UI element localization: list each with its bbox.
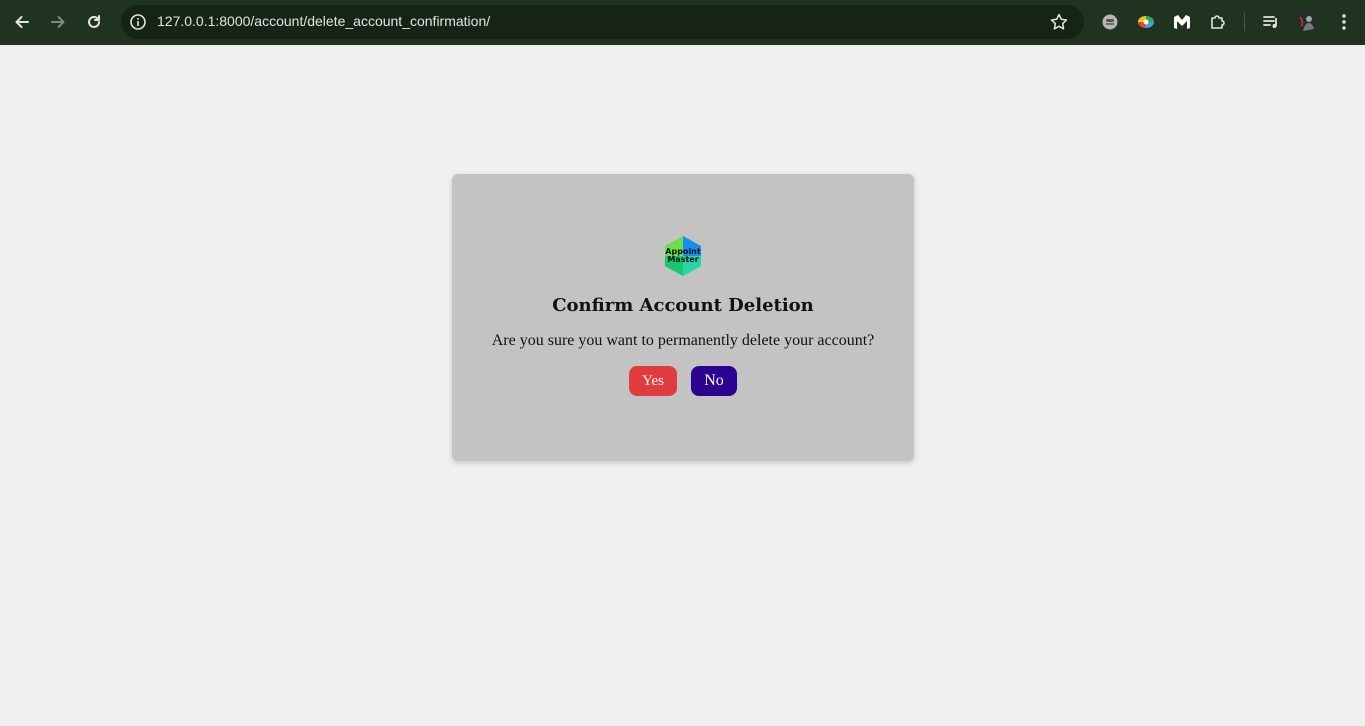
ghost-icon — [1102, 14, 1118, 30]
forward-arrow-icon — [51, 16, 65, 28]
kebab-menu-icon — [1342, 14, 1346, 30]
dialog-title: Confirm Account Deletion — [552, 295, 814, 316]
extensions-puzzle-button[interactable] — [1207, 11, 1229, 33]
yes-button[interactable]: Yes — [629, 366, 677, 396]
back-arrow-icon — [15, 16, 29, 28]
toolbar-separator — [1244, 13, 1245, 31]
dialog-message: Are you sure you want to permanently del… — [491, 332, 875, 349]
media-queue-icon — [1263, 16, 1277, 28]
m-shield-icon — [1174, 15, 1190, 29]
color-wheel-icon — [1138, 16, 1154, 28]
site-info-icon[interactable] — [129, 13, 147, 31]
back-button[interactable] — [8, 8, 36, 36]
avatar-icon — [1297, 12, 1317, 32]
extension-ghost-icon[interactable] — [1099, 11, 1121, 33]
forward-button[interactable] — [44, 8, 72, 36]
profile-avatar[interactable] — [1296, 11, 1318, 33]
extension-malwarebytes-icon[interactable] — [1171, 11, 1193, 33]
puzzle-icon — [1211, 15, 1225, 29]
url-text[interactable]: 127.0.0.1:8000/account/delete_account_co… — [157, 13, 490, 29]
no-button[interactable]: No — [691, 366, 737, 396]
delete-confirmation-card: Appoint Master Confirm Account Deletion … — [452, 174, 914, 461]
reload-icon — [88, 15, 100, 28]
browser-toolbar: 127.0.0.1:8000/account/delete_account_co… — [0, 0, 1365, 45]
address-bar[interactable]: 127.0.0.1:8000/account/delete_account_co… — [121, 5, 1084, 39]
reload-button[interactable] — [80, 8, 108, 36]
bookmark-star-icon[interactable] — [1049, 12, 1069, 32]
media-control-button[interactable] — [1260, 11, 1282, 33]
appointmaster-logo: Appoint Master — [665, 236, 701, 276]
extension-color-icon[interactable] — [1135, 11, 1157, 33]
browser-menu-button[interactable] — [1333, 11, 1355, 33]
logo-text-line2: Master — [667, 255, 698, 264]
